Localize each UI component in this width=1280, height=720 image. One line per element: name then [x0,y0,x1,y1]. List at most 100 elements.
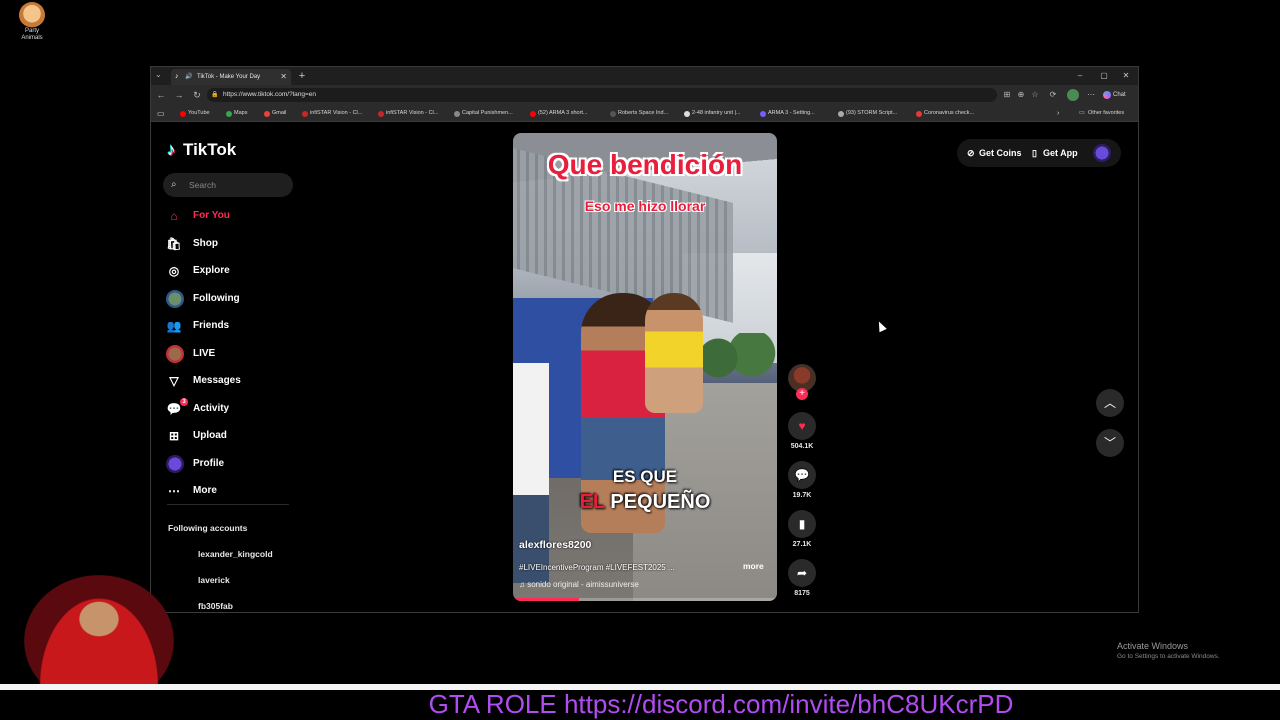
nav-for-you[interactable]: ⌂ For You [165,205,285,227]
bookmarks-overflow-chevron-icon[interactable]: › [1057,105,1059,122]
live-avatar [166,345,184,363]
desktop-icon-party-animals[interactable]: Party Animals [14,2,50,42]
other-favorites[interactable]: ▭ Other favorites [1079,105,1124,122]
copilot-icon [1103,91,1111,99]
site-info-icon[interactable]: 🔒 [211,88,218,102]
copilot-chat-button[interactable]: Chat [1101,88,1135,102]
desktop-icon-label: Party Animals [21,28,43,41]
video-player[interactable]: Que bendición Eso me hizo llorar ES QUE … [513,133,777,601]
logo-text: TikTok [183,140,237,159]
nav-following[interactable]: Following [165,288,285,310]
video-scene [645,293,703,413]
webcam-overlay [24,575,174,685]
following-accounts-title: Following accounts [168,523,248,533]
friends-icon: 👥 [166,319,182,333]
nav-profile[interactable]: Profile [165,453,285,475]
nav-shop[interactable]: 🛍 Shop [165,233,285,255]
bookmark-item[interactable]: ARMA 3 - Setting... [759,105,815,122]
bookmark-item[interactable]: Capital Punishmen... [453,105,513,122]
zoom-icon[interactable]: ⊕ [1015,89,1027,101]
app-available-icon[interactable]: ⊞ [1001,89,1013,101]
tiktok-logo[interactable]: ♪ TikTok [167,139,236,161]
back-button[interactable]: ← [155,89,167,101]
minimize-button[interactable]: – [1069,69,1091,83]
next-video-chevron-down-icon[interactable]: ﹀ [1096,429,1124,457]
arma-icon [760,111,766,117]
browser-tab[interactable]: ♪ 🔊 TikTok - Make Your Day ✕ [171,69,291,85]
speaker-icon[interactable]: 🔊 [185,73,193,81]
like-button[interactable]: ♥ [788,412,816,440]
nav-messages[interactable]: ▽ Messages [165,370,285,392]
maximize-button[interactable]: ▢ [1093,69,1115,83]
bookmark-item[interactable]: YouTube [179,105,210,122]
video-caption-line2: EL PEQUEÑO [513,491,777,514]
new-tab-button[interactable]: + [295,69,309,83]
get-coins-button[interactable]: ⊘ Get Coins [967,139,1022,167]
coronavirus-icon [916,111,922,117]
video-description[interactable]: #LIVEIncentiveProgram #LIVEFEST2025 ... [519,563,719,572]
url-input[interactable]: 🔒 https://www.tiktok.com/?lang=en [207,88,997,102]
video-scene [693,333,777,383]
share-button[interactable]: ➦ [788,559,816,587]
browser-profile-avatar[interactable] [1067,89,1079,101]
account-avatar[interactable] [1093,144,1111,162]
forward-button[interactable]: → [173,89,185,101]
activity-badge: 3 [180,398,188,406]
music-note-icon: ♫ [519,580,528,589]
video-progress-fill [513,598,579,601]
tab-bar: ⌄ ♪ 🔊 TikTok - Make Your Day ✕ + – ▢ ✕ [151,67,1138,85]
gmail-icon [264,111,270,117]
bookmark-item[interactable]: (93) STORM Script... [837,105,897,122]
video-caption-line1: ES QUE [612,467,678,486]
previous-video-chevron-up-icon[interactable]: ︿ [1096,389,1124,417]
shop-icon: 🛍 [166,237,182,251]
video-progress-track[interactable] [513,598,777,601]
bookmark-item[interactable]: infiSTAR Vision - Cl... [301,105,362,122]
follow-plus-button[interactable]: + [796,388,808,400]
url-text: https://www.tiktok.com/?lang=en [223,91,317,98]
nav-more[interactable]: ⋯ More [165,480,285,502]
bookmark-item[interactable]: Coronavirus check... [915,105,974,122]
video-caption-title: Que bendición [547,149,743,180]
nav-live[interactable]: LIVE [165,343,285,365]
following-account-item[interactable]: lexander_kingcold [198,549,273,559]
profile-avatar [166,455,184,473]
favorite-star-icon[interactable]: ☆ [1029,89,1041,101]
bookmark-folder-icon[interactable]: ▭ [157,105,165,122]
search-input[interactable]: ⌕ Search [163,173,293,197]
coin-icon: ⊘ [967,148,975,158]
get-app-button[interactable]: ▯ Get App [1032,139,1078,167]
nav-explore[interactable]: ◎ Explore [165,260,285,282]
video-author-username[interactable]: alexflores8200 [519,539,591,551]
nav-upload[interactable]: ⊞ Upload [165,425,285,447]
extensions-icon[interactable]: ⟳ [1047,89,1059,101]
description-more-button[interactable]: more [743,561,764,571]
bookmark-item[interactable]: Gmail [263,105,286,122]
close-window-button[interactable]: ✕ [1115,69,1137,83]
bookmark-item[interactable]: (52) ARMA 3 short... [529,105,588,122]
home-icon: ⌂ [170,209,178,223]
bookmark-item[interactable]: 2-48 infantry unit |... [683,105,741,122]
browser-menu-icon[interactable]: ⋯ [1085,89,1097,101]
activate-windows-title: Activate Windows [1117,641,1189,651]
comment-button[interactable]: 💬 [788,461,816,489]
tiktok-page: ♪ TikTok ⌕ Search ⌂ For You 🛍 Shop ◎ Explor… [151,123,1138,612]
nav-friends[interactable]: 👥 Friends [165,315,285,337]
youtube-icon [180,111,186,117]
following-account-item[interactable]: fb305fab [198,601,233,611]
close-tab-icon[interactable]: ✕ [280,69,287,85]
tab-list-chevron-icon[interactable]: ⌄ [155,70,167,82]
refresh-button[interactable]: ↻ [191,89,203,101]
following-account-item[interactable]: laverick [198,575,230,585]
bookmark-item[interactable]: infiSTAR Vision - Cl... [377,105,438,122]
video-music[interactable]: ♫ sonido original - aimissuniverse [519,580,639,589]
more-icon: ⋯ [168,484,180,498]
youtube-icon [530,111,536,117]
bookmark-item[interactable]: Maps [225,105,247,122]
tab-title: TikTok - Make Your Day [197,74,261,80]
bookmarks-bar: ▭ YouTube Maps Gmail infiSTAR Vision - C… [151,105,1138,122]
bookmark-item[interactable]: Roberts Space Ind... [609,105,668,122]
share-count: 8175 [794,590,810,597]
bookmark-button[interactable]: ▮ [788,510,816,538]
nav-activity[interactable]: 💬 3 Activity [165,398,285,420]
